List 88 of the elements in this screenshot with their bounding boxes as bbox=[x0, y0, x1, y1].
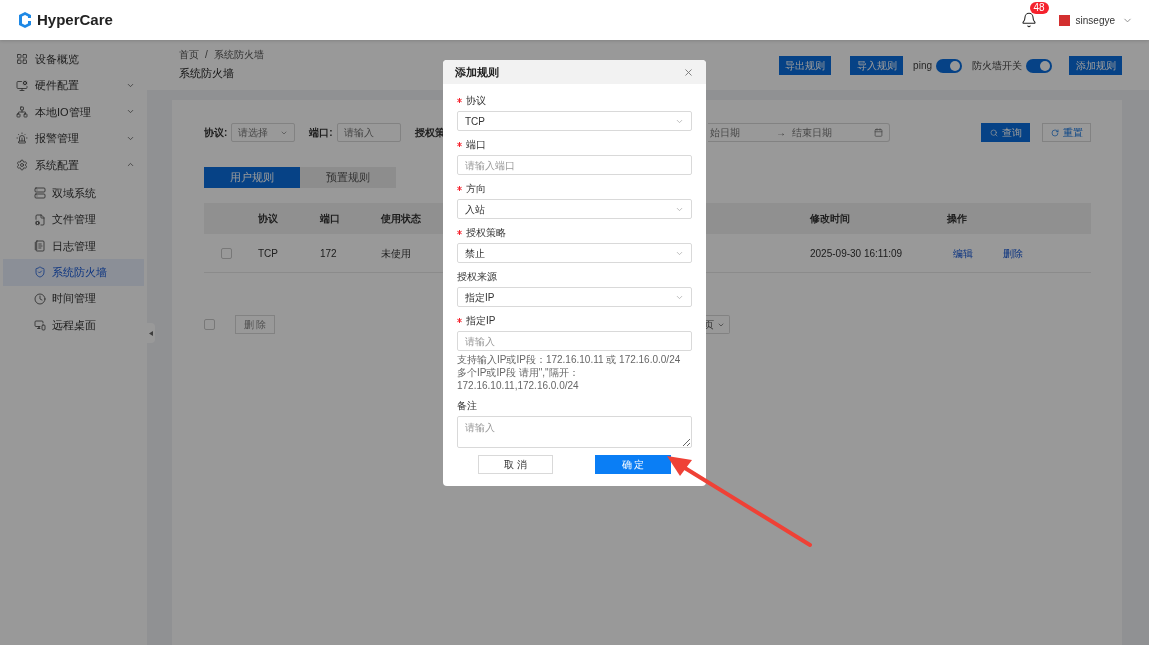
field-label: 备注 bbox=[457, 398, 477, 413]
sidebar-item[interactable]: 设备概览 bbox=[0, 46, 147, 73]
notification-count: 48 bbox=[1029, 2, 1049, 14]
monitor-icon bbox=[16, 79, 28, 92]
calendar-icon bbox=[874, 128, 883, 137]
action-link[interactable]: 编辑 bbox=[953, 245, 973, 261]
select-field[interactable]: 禁止 bbox=[457, 243, 692, 263]
column-header: 修改时间 bbox=[810, 212, 851, 226]
triangle-left-icon bbox=[149, 330, 153, 336]
search-icon bbox=[989, 128, 998, 137]
user-avatar bbox=[1058, 14, 1070, 26]
shield-icon bbox=[34, 266, 46, 279]
delete-button[interactable]: 删 除 bbox=[235, 315, 275, 334]
input-field[interactable]: 请输入端口 bbox=[457, 155, 692, 175]
refresh-icon bbox=[1050, 128, 1059, 137]
filter-label: 端口: bbox=[309, 126, 333, 140]
table-cell-text: 172 bbox=[320, 246, 338, 261]
server-icon bbox=[34, 187, 46, 200]
checkbox[interactable] bbox=[221, 247, 232, 259]
import-button[interactable]: 导入规则 bbox=[850, 56, 904, 75]
toggle-label: 防火墙开关 bbox=[972, 59, 1022, 73]
column-header: 端口 bbox=[320, 212, 341, 226]
date-range-field[interactable]: 始日期 → 结束日期 bbox=[708, 123, 890, 142]
action-link[interactable]: 删除 bbox=[1003, 245, 1023, 261]
field-label: 协议 bbox=[466, 93, 486, 108]
sidebar-subitem[interactable]: 文件管理 bbox=[3, 206, 144, 233]
rule-tab[interactable]: 预置规则 bbox=[300, 167, 396, 188]
notes-field[interactable]: 请输入 bbox=[457, 416, 692, 448]
siren-icon bbox=[16, 132, 28, 145]
select-field[interactable]: 指定IP bbox=[457, 287, 692, 307]
table-cell-text: 未使用 bbox=[381, 246, 412, 261]
sidebar-item[interactable]: 本地IO管理 bbox=[0, 98, 147, 126]
export-button[interactable]: 导出规则 bbox=[779, 56, 832, 75]
logo-text: HyperCare bbox=[37, 9, 113, 30]
input-field[interactable]: 请输入 bbox=[457, 331, 692, 351]
table-cell-text: 2025-09-30 16:11:09 bbox=[810, 246, 904, 261]
protocol-select[interactable]: 请选择 bbox=[231, 123, 296, 142]
collapse-handle[interactable] bbox=[147, 323, 155, 343]
port-input[interactable]: 请输入 bbox=[336, 123, 401, 142]
toggle-switch[interactable] bbox=[936, 58, 962, 73]
breadcrumb-link[interactable]: 系统防火墙 bbox=[213, 47, 264, 62]
column-header: 使用状态 bbox=[381, 212, 422, 226]
field-label: 授权来源 bbox=[457, 269, 497, 284]
reset-button[interactable]: 重置 bbox=[1042, 123, 1091, 142]
select-field[interactable]: 入站 bbox=[457, 199, 692, 219]
notification-bell-icon[interactable] bbox=[1020, 12, 1037, 28]
logo-icon bbox=[16, 11, 34, 29]
sidebar-item[interactable]: 报警管理 bbox=[0, 125, 147, 152]
sidebar-subitem[interactable]: 系统防火墙 bbox=[3, 259, 144, 286]
range-arrow: → bbox=[776, 126, 786, 140]
table-cell-text: TCP bbox=[258, 246, 279, 261]
search-button[interactable]: 查询 bbox=[981, 123, 1030, 142]
toggle-switch[interactable] bbox=[1026, 58, 1052, 73]
field-label: 端口 bbox=[466, 137, 486, 152]
devices-icon bbox=[34, 319, 46, 332]
hint-text: 支持输入IP或IP段：172.16.10.11 或 172.16.0.0/24 bbox=[457, 353, 682, 366]
field-label: 授权策略 bbox=[466, 225, 506, 240]
cancel-button[interactable]: 取 消 bbox=[478, 455, 553, 474]
grid-icon bbox=[16, 53, 28, 66]
toggle-label: ping bbox=[913, 59, 932, 73]
page-title: 系统防火墙 bbox=[179, 66, 235, 81]
sidebar-item[interactable]: 系统配置 bbox=[0, 151, 147, 178]
hint-text: 多个IP或IP段 请用","隔开：172.16.10.11,172.16.0.0/24 bbox=[457, 366, 580, 392]
sidebar-subitem[interactable]: 日志管理 bbox=[3, 232, 144, 260]
close-icon[interactable] bbox=[683, 66, 694, 78]
notebook-icon bbox=[34, 239, 46, 252]
filter-label: 协议: bbox=[204, 126, 228, 140]
sidebar-item[interactable]: 硬件配置 bbox=[0, 72, 147, 99]
sidebar-subitem[interactable]: 时间管理 bbox=[3, 285, 144, 312]
network-icon bbox=[16, 105, 28, 118]
add-rule-button[interactable]: 添加规则 bbox=[1069, 56, 1122, 75]
sidebar-subitem[interactable]: 远程桌面 bbox=[3, 311, 144, 339]
file-gear-icon bbox=[34, 213, 46, 226]
breadcrumb-separator: / bbox=[205, 48, 208, 62]
clock-icon bbox=[34, 292, 46, 305]
gear-icon bbox=[16, 158, 28, 171]
rule-tab[interactable]: 用户规则 bbox=[204, 167, 300, 188]
field-label: 指定IP bbox=[466, 313, 496, 328]
checkbox[interactable] bbox=[204, 319, 215, 330]
dialog-title: 添加规则 bbox=[455, 64, 500, 80]
column-header: 操作 bbox=[947, 212, 967, 226]
column-header: 协议 bbox=[258, 212, 279, 226]
sidebar-subitem[interactable]: 双域系统 bbox=[3, 179, 144, 207]
user-name[interactable]: sinsegye bbox=[1075, 12, 1115, 28]
field-label: 方向 bbox=[466, 181, 486, 196]
select-field[interactable]: TCP bbox=[457, 111, 692, 131]
breadcrumb-link[interactable]: 首页 bbox=[179, 47, 199, 62]
confirm-button[interactable]: 确 定 bbox=[595, 455, 671, 474]
